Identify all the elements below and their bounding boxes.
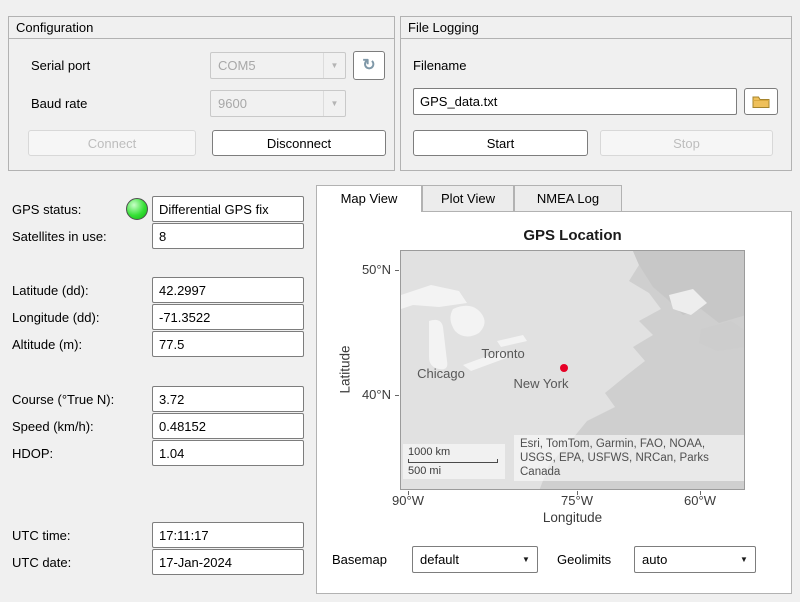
basemap-dropdown[interactable]: default ▼ [412,546,538,573]
hdop-label: HDOP: [12,446,53,462]
altitude-field[interactable] [152,331,304,357]
scale-km-label: 1000 km [408,446,500,458]
gps-status-led [126,198,148,220]
map-canvas[interactable]: Toronto Chicago New York 1000 km 500 mi … [400,250,745,490]
ytick-50n: 50°N [351,262,391,277]
x-tick-mark [577,491,578,495]
basemap-label: Basemap [332,552,387,568]
latitude-label: Latitude (dd): [12,283,89,299]
geolimits-value: auto [635,547,733,572]
refresh-icon: ↻ [362,58,375,74]
course-field[interactable] [152,386,304,412]
dropdown-arrow-icon: ▼ [323,53,345,78]
gps-marker [560,364,568,372]
speed-label: Speed (km/h): [12,419,94,435]
browse-folder-button[interactable] [744,88,778,115]
xtick-60w: 60°W [677,493,723,508]
dropdown-arrow-icon: ▼ [515,547,537,572]
hdop-field[interactable] [152,440,304,466]
geolimits-label: Geolimits [557,552,611,568]
refresh-ports-button[interactable]: ↻ [353,51,385,80]
longitude-label: Longitude (dd): [12,310,99,326]
tab-label: NMEA Log [537,191,599,206]
file-logging-panel-title: File Logging [401,17,791,39]
tab-plot-view[interactable]: Plot View [422,185,514,211]
ytick-40n: 40°N [351,387,391,402]
filename-label: Filename [413,58,466,74]
gps-app-window: Configuration Serial port COM5 ▼ ↻ Baud … [0,0,800,602]
altitude-label: Altitude (m): [12,337,82,353]
dropdown-arrow-icon: ▼ [323,91,345,116]
tab-nmea-log[interactable]: NMEA Log [514,185,622,211]
baud-rate-dropdown[interactable]: 9600 ▼ [210,90,346,117]
satellites-label: Satellites in use: [12,229,107,245]
city-label-chicago: Chicago [417,366,465,381]
filename-input[interactable] [413,88,737,115]
y-tick-mark [395,270,399,271]
scale-rule [408,459,498,463]
stop-button[interactable]: Stop [600,130,773,156]
xtick-90w: 90°W [385,493,431,508]
serial-port-label: Serial port [31,58,90,74]
map-attribution: Esri, TomTom, Garmin, FAO, NOAA, USGS, E… [514,435,744,481]
disconnect-button[interactable]: Disconnect [212,130,386,156]
dropdown-arrow-icon: ▼ [733,547,755,572]
basemap-value: default [413,547,515,572]
start-button[interactable]: Start [413,130,588,156]
geolimits-dropdown[interactable]: auto ▼ [634,546,756,573]
x-tick-mark [408,491,409,495]
baud-rate-value: 9600 [211,91,323,116]
folder-icon [752,95,770,109]
xtick-75w: 75°W [554,493,600,508]
latitude-field[interactable] [152,277,304,303]
gps-status-field[interactable] [152,196,304,222]
utc-date-field[interactable] [152,549,304,575]
longitude-field[interactable] [152,304,304,330]
x-tick-mark [700,491,701,495]
tab-label: Plot View [441,191,495,206]
serial-port-dropdown[interactable]: COM5 ▼ [210,52,346,79]
utc-time-field[interactable] [152,522,304,548]
tab-map-view[interactable]: Map View [316,185,422,212]
map-x-axis-label: Longitude [400,510,745,525]
gps-status-label: GPS status: [12,202,81,218]
y-tick-mark [395,395,399,396]
city-label-toronto: Toronto [481,346,524,361]
configuration-panel-title: Configuration [9,17,394,39]
map-title: GPS Location [400,227,745,244]
serial-port-value: COM5 [211,53,323,78]
city-label-new-york: New York [514,376,569,391]
speed-field[interactable] [152,413,304,439]
course-label: Course (°True N): [12,392,114,408]
scale-bar: 1000 km 500 mi [403,444,505,479]
connect-button[interactable]: Connect [28,130,196,156]
baud-rate-label: Baud rate [31,96,87,112]
utc-time-label: UTC time: [12,528,71,544]
utc-date-label: UTC date: [12,555,71,571]
scale-mi-label: 500 mi [408,465,500,477]
tab-label: Map View [341,191,398,206]
satellites-field[interactable] [152,223,304,249]
